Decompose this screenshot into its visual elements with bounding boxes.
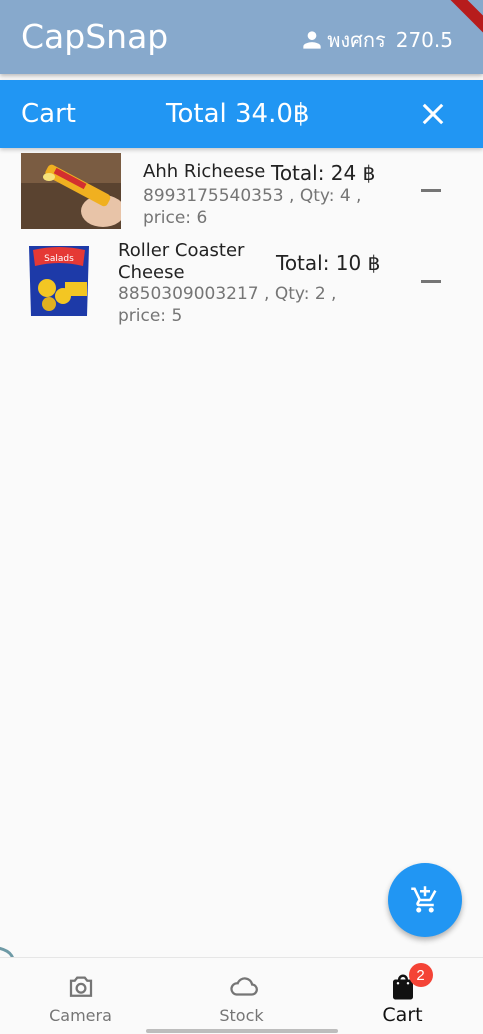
product-barcode-qty: 8850309003217 , Qty: 2 , bbox=[118, 284, 337, 304]
add-shopping-cart-icon bbox=[411, 886, 437, 913]
minus-icon bbox=[421, 279, 441, 283]
app-bar: CapSnap พงศกร 270.5 bbox=[0, 0, 483, 74]
product-price: price: 6 bbox=[143, 208, 208, 228]
product-image: Salads bbox=[25, 244, 93, 318]
cart-item: Ahh Richeese Total: 24 ฿ 8993175540353 ,… bbox=[0, 152, 483, 232]
nav-stock[interactable]: Stock bbox=[161, 958, 322, 1034]
user-name: พงศกร bbox=[327, 28, 386, 52]
app-title: CapSnap bbox=[21, 17, 169, 56]
svg-text:Salads: Salads bbox=[44, 254, 74, 264]
nav-cart-label: Cart bbox=[382, 1004, 423, 1026]
product-price: price: 5 bbox=[118, 306, 183, 326]
remove-item-button[interactable] bbox=[420, 270, 442, 292]
add-to-cart-fab[interactable] bbox=[388, 863, 462, 937]
minus-icon bbox=[421, 188, 441, 192]
product-name: Roller Coaster Cheese bbox=[118, 240, 245, 283]
product-name: Ahh Richeese bbox=[143, 161, 266, 182]
cart-item: Salads Roller Coaster Cheese Total: 10 ฿… bbox=[0, 238, 483, 328]
shopping-bag-icon: 2 bbox=[388, 963, 433, 1002]
remove-item-button[interactable] bbox=[420, 179, 442, 201]
cart-count-badge: 2 bbox=[408, 963, 433, 987]
camera-icon bbox=[66, 972, 96, 1002]
nav-camera[interactable]: Camera bbox=[0, 958, 161, 1034]
product-total: Total: 24 ฿ bbox=[271, 161, 376, 185]
cloud-icon bbox=[227, 972, 258, 1002]
nav-stock-label: Stock bbox=[219, 1006, 264, 1025]
bottom-navigation: Camera Stock 2 Cart bbox=[0, 957, 483, 1034]
user-balance: 270.5 bbox=[395, 28, 453, 52]
person-icon bbox=[303, 31, 321, 49]
close-icon[interactable] bbox=[419, 100, 447, 128]
cart-total: Total 34.0฿ bbox=[166, 99, 310, 129]
user-info[interactable]: พงศกร 270.5 bbox=[299, 24, 453, 56]
nav-cart[interactable]: 2 Cart bbox=[322, 958, 483, 1034]
cart-title: Cart bbox=[21, 99, 76, 129]
product-barcode-qty: 8993175540353 , Qty: 4 , bbox=[143, 186, 362, 206]
home-indicator[interactable] bbox=[146, 1029, 338, 1033]
cart-header: Cart Total 34.0฿ bbox=[0, 80, 483, 148]
product-image bbox=[21, 153, 121, 229]
nav-camera-label: Camera bbox=[49, 1006, 112, 1025]
product-total: Total: 10 ฿ bbox=[276, 251, 381, 275]
